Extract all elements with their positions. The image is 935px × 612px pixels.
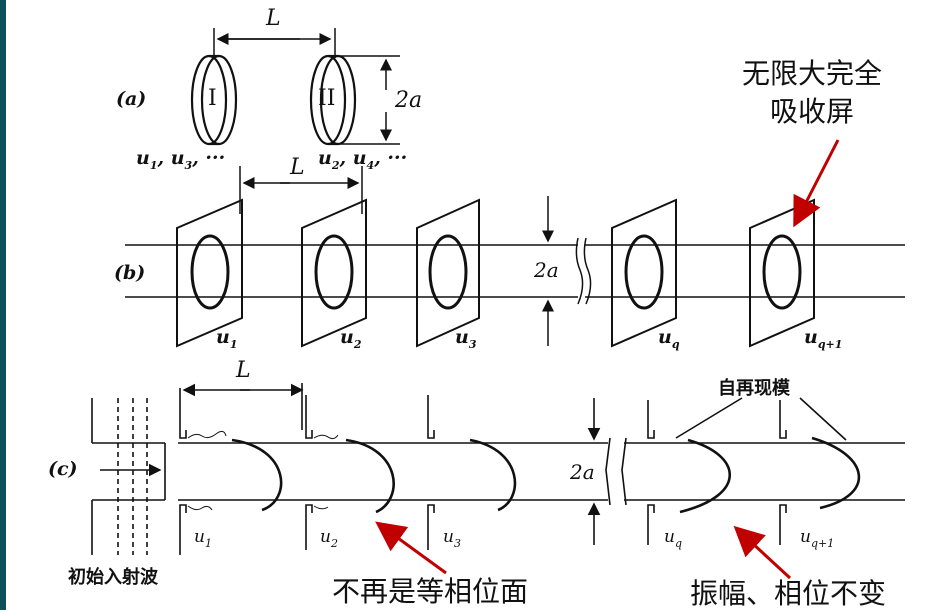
slit-c-3	[427, 395, 435, 550]
slit-c-2	[305, 395, 313, 550]
diameter-label-b: 2a	[534, 258, 559, 282]
wavefront-q1	[811, 436, 861, 510]
aperture-label-c-1: u1	[194, 527, 212, 550]
panel-c	[91, 383, 905, 555]
aperture-b-q1	[749, 198, 815, 348]
aperture-label-b-3: u3	[455, 326, 477, 351]
aperture-label-c-3: u3	[443, 527, 461, 550]
incident-wave-region	[91, 398, 166, 555]
reproduced-mode-label: 自再现模	[718, 378, 790, 399]
diameter-label-a: 2a	[395, 88, 423, 113]
aperture-label-b-q1: uq+1	[804, 326, 843, 351]
distance-label-a: L	[266, 6, 281, 31]
aperture-label-c-q: uq	[664, 527, 682, 550]
non-equiphase-label: 不再是等相位面	[332, 575, 529, 608]
amp-phase-label: 振幅、相位不变	[690, 577, 887, 610]
aperture-b-q	[611, 198, 677, 348]
wavefront-q	[679, 438, 731, 514]
diameter-label-c: 2a	[570, 460, 595, 484]
slit-c-q	[647, 400, 655, 545]
panel-b-tag: (b)	[114, 262, 146, 284]
absorber-label-line1: 无限大完全	[742, 57, 883, 90]
slit-c-1	[179, 388, 187, 555]
panel-a-tag: (a)	[116, 88, 147, 110]
mirror-1-label: I	[208, 86, 217, 111]
mirror-2-label: II	[318, 86, 336, 111]
mirror-2-field-labels: u2, u4, ···	[318, 147, 408, 172]
aperture-label-c-2: u2	[320, 527, 338, 550]
annotation-arrows	[375, 139, 840, 580]
aperture-label-b-2: u2	[340, 326, 362, 351]
aperture-label-b-q: uq	[658, 326, 680, 351]
aperture-label-c-q1: uq+1	[800, 527, 835, 550]
slit-c-q1	[779, 400, 787, 545]
aperture-b-1	[176, 198, 243, 348]
mirror-1-field-labels: u1, u3, ···	[136, 147, 226, 172]
panel-a	[190, 28, 400, 146]
aperture-label-b-1: u1	[216, 326, 238, 351]
non-equiphase-arrow	[375, 521, 447, 575]
wavefront-2	[345, 438, 395, 514]
absorber-label-line2: 吸收屏	[770, 95, 855, 128]
panel-b	[125, 166, 905, 348]
incident-wave-label: 初始入射波	[68, 567, 158, 588]
aperture-b-3	[416, 198, 480, 348]
distance-label-c: L	[236, 358, 251, 383]
aperture-b-2	[301, 198, 367, 348]
absorber-arrow	[793, 139, 840, 228]
panel-c-tag: (c)	[48, 458, 78, 480]
distance-label-b: L	[290, 155, 305, 180]
amp-phase-arrow	[733, 525, 792, 580]
